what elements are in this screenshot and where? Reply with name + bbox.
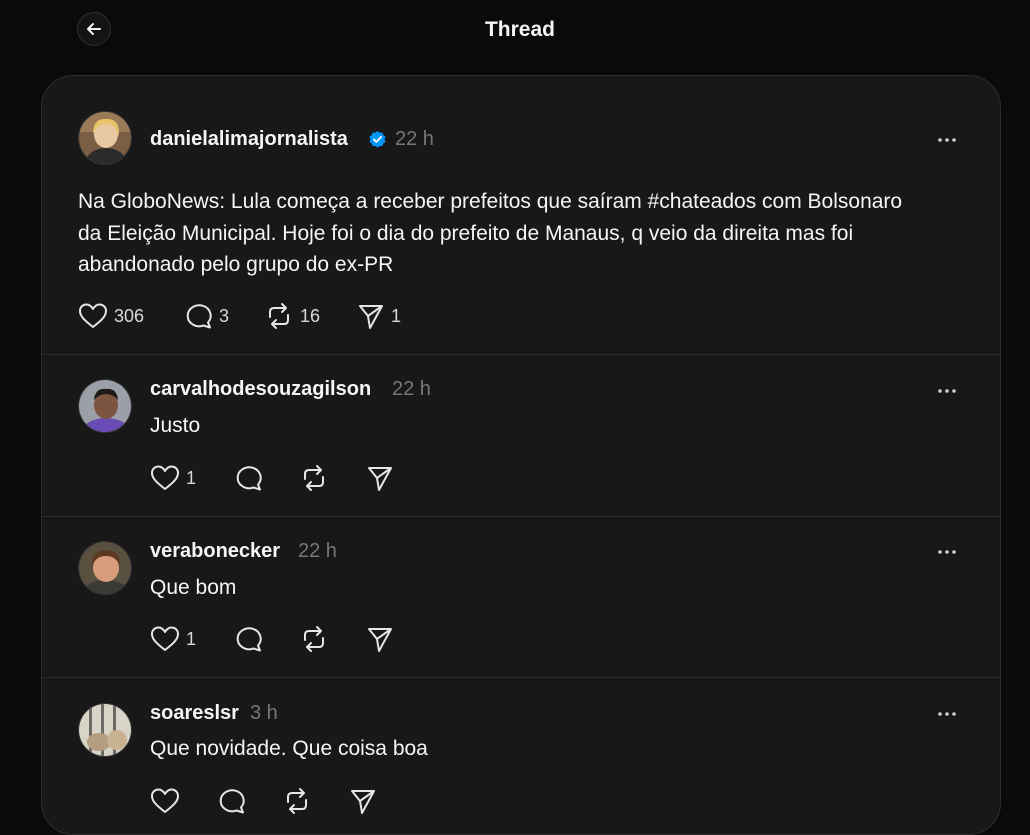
- avatar[interactable]: [78, 111, 132, 165]
- send-icon: [357, 302, 385, 330]
- heart-icon: [78, 302, 108, 330]
- avatar[interactable]: [78, 703, 132, 757]
- like-button[interactable]: [150, 786, 180, 816]
- comment-icon: [183, 302, 213, 330]
- more-options-button[interactable]: [935, 542, 963, 562]
- more-options-button[interactable]: [935, 704, 963, 724]
- comment-icon: [233, 464, 263, 492]
- repost-button[interactable]: [282, 786, 312, 816]
- share-button[interactable]: [349, 786, 377, 816]
- reply-button[interactable]: 3: [183, 301, 229, 331]
- more-options-button[interactable]: [935, 130, 963, 150]
- reply-time: 22 h: [298, 540, 337, 562]
- send-icon: [349, 787, 377, 815]
- avatar[interactable]: [78, 541, 132, 595]
- reply-button[interactable]: [233, 624, 263, 654]
- reply-button[interactable]: [233, 463, 263, 493]
- verified-badge-icon: [368, 130, 387, 149]
- reply-text: Que bom: [150, 576, 237, 599]
- reply-time: 3 h: [250, 702, 278, 724]
- top-bar: Thread: [0, 0, 1030, 62]
- reply-author[interactable]: verabonecker: [150, 540, 280, 563]
- more-icon: [935, 542, 963, 562]
- repost-button[interactable]: 16: [264, 301, 320, 331]
- post-author[interactable]: danielalimajornalista: [150, 128, 348, 151]
- like-button[interactable]: 1: [150, 463, 196, 493]
- send-icon: [366, 625, 394, 653]
- like-count: 306: [114, 305, 145, 326]
- more-options-button[interactable]: [935, 381, 963, 401]
- divider: [42, 354, 1000, 355]
- like-count: 1: [186, 628, 197, 649]
- thread-card: danielalimajornalista 22 h Na GloboNews:…: [41, 75, 1001, 835]
- repost-button[interactable]: [299, 624, 329, 654]
- reply-count: 3: [219, 305, 230, 326]
- heart-icon: [150, 625, 180, 653]
- like-count: 1: [186, 467, 197, 488]
- reply-text: Justo: [150, 414, 201, 437]
- comment-icon: [216, 787, 246, 815]
- repost-button[interactable]: [299, 463, 329, 493]
- divider: [42, 516, 1000, 517]
- share-button[interactable]: 1: [357, 301, 401, 331]
- reply-time: 22 h: [392, 378, 431, 400]
- post-text: Na GloboNews: Lula começa a receber pref…: [78, 190, 903, 276]
- heart-icon: [150, 787, 180, 815]
- more-icon: [935, 130, 963, 150]
- like-button[interactable]: 1: [150, 624, 196, 654]
- reply-author[interactable]: soareslsr: [150, 702, 239, 725]
- reply-text: Que novidade. Que coisa boa: [150, 737, 428, 760]
- divider: [42, 677, 1000, 678]
- heart-icon: [150, 464, 180, 492]
- more-icon: [935, 381, 963, 401]
- reply-author[interactable]: carvalhodesouzagilson: [150, 378, 371, 401]
- repost-icon: [299, 464, 329, 492]
- reply-button[interactable]: [216, 786, 246, 816]
- share-button[interactable]: [366, 624, 394, 654]
- share-count: 1: [391, 305, 402, 326]
- like-button[interactable]: 306: [78, 301, 144, 331]
- post-time: 22 h: [395, 128, 434, 150]
- share-button[interactable]: [366, 463, 394, 493]
- repost-count: 16: [300, 305, 321, 326]
- more-icon: [935, 704, 963, 724]
- send-icon: [366, 464, 394, 492]
- repost-icon: [264, 302, 294, 330]
- repost-icon: [299, 625, 329, 653]
- comment-icon: [233, 625, 263, 653]
- page-title: Thread: [484, 18, 555, 41]
- avatar[interactable]: [78, 379, 132, 433]
- repost-icon: [282, 787, 312, 815]
